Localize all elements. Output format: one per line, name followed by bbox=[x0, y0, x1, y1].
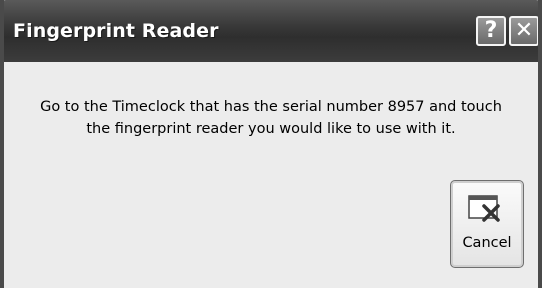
title-bar[interactable]: Fingerprint Reader ? ✕ bbox=[4, 0, 538, 62]
message-line-2: the fingerprint reader you would like to… bbox=[86, 121, 456, 137]
help-button[interactable]: ? bbox=[476, 16, 506, 46]
fingerprint-reader-dialog: Fingerprint Reader ? ✕ Go to the Timeclo… bbox=[0, 0, 542, 288]
window-cancel-icon bbox=[468, 195, 500, 222]
cancel-button[interactable]: Cancel bbox=[450, 180, 524, 268]
instruction-message: Go to the Timeclock that has the serial … bbox=[4, 96, 538, 140]
window-title: Fingerprint Reader bbox=[13, 20, 219, 42]
close-button[interactable]: ✕ bbox=[509, 16, 538, 46]
message-line-1: Go to the Timeclock that has the serial … bbox=[40, 99, 502, 115]
cancel-label: Cancel bbox=[462, 235, 512, 251]
